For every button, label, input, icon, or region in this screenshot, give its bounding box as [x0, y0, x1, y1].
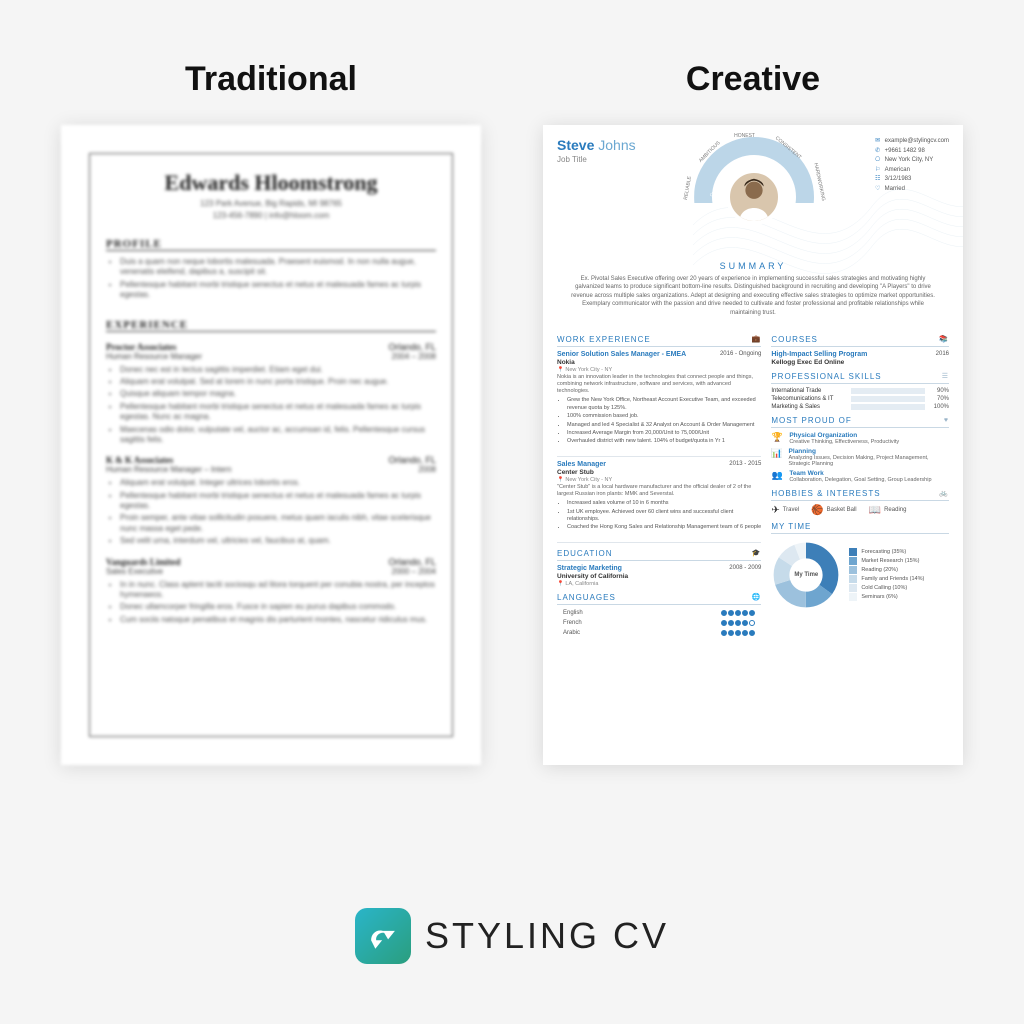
trad-exp-h: EXPERIENCE	[106, 319, 436, 332]
trad-addr1: 123 Park Avenue, Big Rapids, MI 98765	[106, 199, 436, 208]
heading-traditional: Traditional	[185, 60, 357, 99]
trad-profile-bullet: Pellentesque habitant morbi tristique se…	[120, 280, 436, 301]
calendar-icon: ☷	[873, 175, 883, 185]
proud-item: 📊PlanningAnalyzing Issues, Decision Maki…	[771, 448, 949, 467]
creative-resume-card: Steve Johns Job Title RELIABLE AMBITIOUS…	[543, 125, 963, 765]
sec-courses: COURSES📚	[771, 335, 949, 347]
legend-item: Forecasting (35%)	[849, 548, 949, 556]
sec-hobbies: HOBBIES & INTERESTS🚲	[771, 489, 949, 501]
mytime-donut: My Time	[771, 540, 841, 610]
language-row: French	[557, 619, 761, 629]
contact-block: ✉example@stylingcv.com ✆+9661 1482 98 ⎔N…	[873, 137, 949, 195]
sec-proud: MOST PROUD OF♥	[771, 416, 949, 428]
avatar-arc: RELIABLE AMBITIOUS HONEST CONSISTENT HAR…	[694, 137, 814, 257]
summary-label: SUMMARY	[557, 261, 949, 271]
traditional-resume-card: Edwards Hloomstrong 123 Park Avenue, Big…	[61, 125, 481, 765]
legend-item: Cold Calling (10%)	[849, 584, 949, 592]
sliders-icon: ☰	[942, 372, 949, 380]
heading-creative: Creative	[686, 60, 820, 99]
bike-icon: 🚲	[939, 489, 949, 497]
brand-footer: STYLING CV	[0, 908, 1024, 964]
ring-icon: ♡	[873, 185, 883, 195]
logo-icon	[366, 919, 400, 953]
book-icon: 📚	[939, 335, 949, 343]
hobby-item: 📖Reading	[869, 505, 907, 516]
avatar-photo	[726, 169, 782, 225]
sec-lang: LANGUAGES🌐	[557, 593, 761, 605]
hobby-item: ✈Travel	[771, 505, 799, 516]
summary-text: Ex. Pivotal Sales Executive offering ove…	[557, 271, 949, 325]
pin-icon: ⎔	[873, 156, 883, 166]
brand-text: STYLING CV	[425, 915, 669, 957]
trad-profile-bullet: Duis a quam non neque lobortis malesuada…	[120, 257, 436, 278]
sec-mytime: MY TIME	[771, 522, 949, 534]
crea-jobtitle: Job Title	[557, 155, 636, 164]
cap-icon: 🎓	[752, 549, 762, 557]
logo-badge	[355, 908, 411, 964]
globe-icon: 🌐	[752, 593, 762, 601]
skill-row: International Trade90%	[771, 388, 949, 394]
legend-item: Reading (20%)	[849, 566, 949, 574]
trad-name: Edwards Hloomstrong	[106, 170, 436, 196]
language-row: Arabic	[557, 629, 761, 639]
proud-item: 👥Team WorkCollaboration, Delegation, Goa…	[771, 470, 949, 483]
sec-work: WORK EXPERIENCE💼	[557, 335, 761, 347]
heart-icon: ♥	[944, 417, 949, 424]
mail-icon: ✉	[873, 137, 883, 147]
proud-item: 🏆Physical OrganizationCreative Thinking,…	[771, 432, 949, 445]
skill-row: Telecomunications & IT70%	[771, 396, 949, 402]
sec-edu: EDUCATION🎓	[557, 549, 761, 561]
hobby-item: 🏀Basket Ball	[811, 505, 856, 516]
language-row: English	[557, 609, 761, 619]
trad-addr2: 123-456-7890 | info@hloom.com	[106, 211, 436, 220]
skill-row: Marketing & Sales100%	[771, 404, 949, 410]
briefcase-icon: 💼	[752, 335, 762, 343]
flag-icon: ⚐	[873, 166, 883, 176]
legend-item: Seminars (6%)	[849, 593, 949, 601]
crea-name: Steve Johns	[557, 137, 636, 153]
trad-profile-h: PROFILE	[106, 238, 436, 251]
phone-icon: ✆	[873, 147, 883, 157]
legend-item: Family and Friends (14%)	[849, 575, 949, 583]
legend-item: Market Research (15%)	[849, 557, 949, 565]
sec-skills: PROFESSIONAL SKILLS☰	[771, 372, 949, 384]
